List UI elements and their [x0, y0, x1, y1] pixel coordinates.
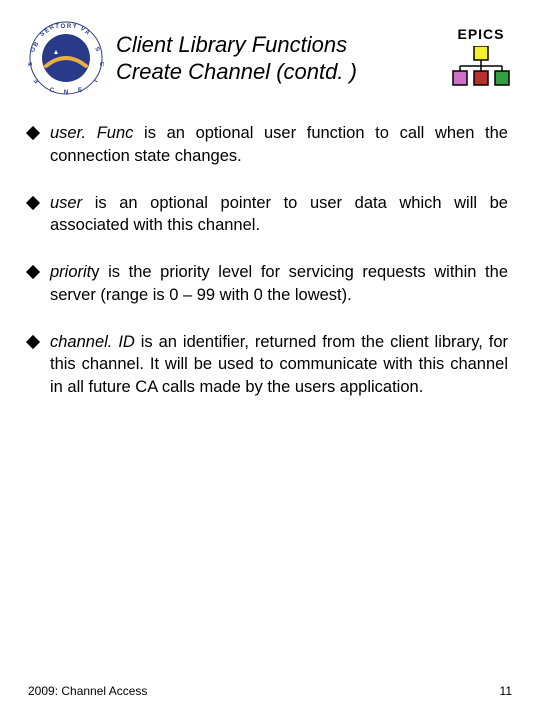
- bullet-list: user. Func is an optional user function …: [28, 122, 512, 399]
- diamond-bullet-icon: [26, 126, 40, 140]
- svg-text:E: E: [78, 88, 82, 94]
- slide-footer: 2009: Channel Access 11: [28, 684, 512, 698]
- list-item: priority is the priority level for servi…: [28, 261, 508, 307]
- svg-text:C: C: [50, 88, 55, 94]
- svg-text:S: S: [93, 46, 100, 52]
- bullet-text: user. Func is an optional user function …: [50, 122, 508, 168]
- list-item: user. Func is an optional user function …: [28, 122, 508, 168]
- bullet-text: priority is the priority level for servi…: [50, 261, 508, 307]
- svg-text:V A: V A: [79, 26, 91, 37]
- footer-left: 2009: Channel Access: [28, 684, 147, 698]
- svg-text:T O R Y: T O R Y: [55, 24, 77, 30]
- slide-header: T O R Y S C I E N C E S O B S E R V A Cl…: [28, 20, 512, 96]
- slide: T O R Y S C I E N C E S O B S E R V A Cl…: [0, 0, 540, 720]
- epics-badge: EPICS: [450, 26, 512, 91]
- bullet-term: user. Func: [50, 124, 133, 142]
- diamond-bullet-icon: [26, 335, 40, 349]
- bullet-text: user is an optional pointer to user data…: [50, 192, 508, 238]
- title-line-1: Client Library Functions: [116, 32, 347, 57]
- bullet-term: user: [50, 194, 82, 212]
- observatory-logo: T O R Y S C I E N C E S O B S E R V A: [28, 20, 104, 96]
- bullet-term: channel. ID: [50, 333, 135, 351]
- page-number: 11: [500, 684, 512, 698]
- bullet-term-tail: y: [91, 263, 99, 281]
- epics-icon: [450, 46, 512, 86]
- svg-text:S: S: [28, 62, 34, 66]
- svg-text:S E R: S E R: [39, 24, 56, 38]
- diamond-bullet-icon: [26, 265, 40, 279]
- svg-text:O B: O B: [30, 41, 41, 54]
- bullet-text: channel. ID is an identifier, returned f…: [50, 331, 508, 399]
- svg-text:N: N: [64, 90, 68, 96]
- title-line-2: Create Channel (contd. ): [116, 59, 357, 84]
- bullet-term: priorit: [50, 263, 91, 281]
- svg-text:C: C: [98, 62, 104, 67]
- list-item: user is an optional pointer to user data…: [28, 192, 508, 238]
- list-item: channel. ID is an identifier, returned f…: [28, 331, 508, 399]
- bullet-rest: is an optional pointer to user data whic…: [50, 194, 508, 235]
- diamond-bullet-icon: [26, 195, 40, 209]
- bullet-rest: is the priority level for servicing requ…: [50, 263, 508, 304]
- slide-title: Client Library Functions Create Channel …: [116, 31, 438, 86]
- epics-label: EPICS: [450, 26, 512, 42]
